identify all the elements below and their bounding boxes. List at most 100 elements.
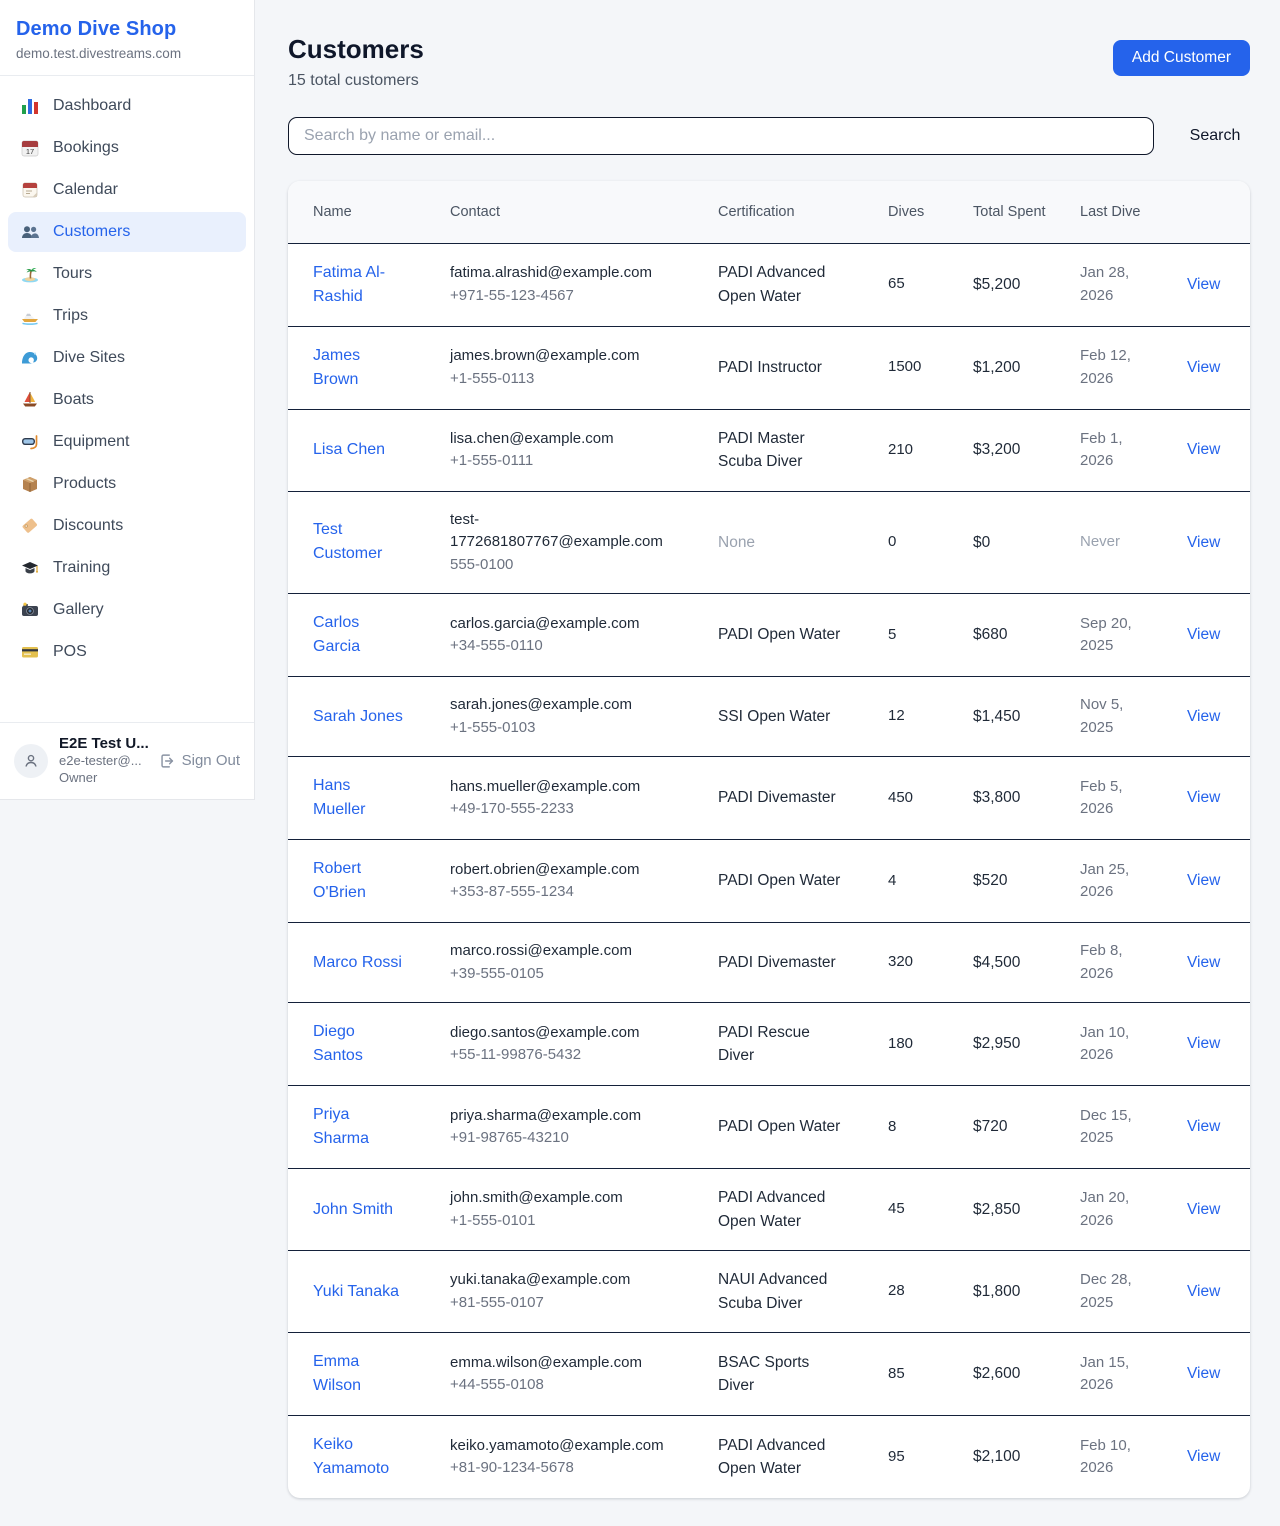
sign-out-button[interactable]: Sign Out (158, 752, 240, 770)
view-link[interactable]: View (1187, 1118, 1220, 1135)
sidebar-item-label: POS (53, 643, 87, 661)
search-bar: Search (288, 117, 1250, 155)
customer-name-link[interactable]: Hans Mueller (313, 774, 405, 822)
customer-name-link[interactable]: Test Customer (313, 518, 405, 566)
view-link[interactable]: View (1187, 626, 1220, 643)
last-dive-value: Feb 8, 2026 (1080, 942, 1123, 982)
view-link[interactable]: View (1187, 359, 1220, 376)
total-spent-value: $520 (973, 872, 1007, 889)
customer-name-link[interactable]: James Brown (313, 344, 405, 392)
search-button[interactable]: Search (1180, 127, 1250, 145)
last-dive-value: Feb 12, 2026 (1080, 347, 1131, 387)
customers-table: Name Contact Certification Dives Total S… (288, 181, 1250, 1498)
main-content: Customers 15 total customers Add Custome… (255, 0, 1280, 1526)
sidebar-item-boats[interactable]: Boats (8, 380, 246, 420)
sidebar-item-calendar[interactable]: Calendar (8, 170, 246, 210)
customer-email: john.smith@example.com (450, 1187, 675, 1210)
customer-name-link[interactable]: Priya Sharma (313, 1103, 405, 1151)
view-link[interactable]: View (1187, 789, 1220, 806)
sidebar-item-trips[interactable]: Trips (8, 296, 246, 336)
customer-phone: +91-98765-43210 (450, 1127, 675, 1150)
customer-name-link[interactable]: Yuki Tanaka (313, 1280, 399, 1304)
total-customers-count: 15 total customers (288, 72, 424, 90)
dives-value: 1500 (888, 358, 921, 375)
credit-card-icon (20, 642, 40, 662)
brand-title[interactable]: Demo Dive Shop (16, 18, 238, 41)
dives-value: 28 (888, 1282, 905, 1299)
customer-name-link[interactable]: Lisa Chen (313, 438, 385, 462)
last-dive-value: Dec 15, 2025 (1080, 1107, 1132, 1147)
total-spent-value: $680 (973, 626, 1007, 643)
view-link[interactable]: View (1187, 954, 1220, 971)
customer-phone: +1-555-0103 (450, 717, 675, 740)
table-row: Sarah Jones sarah.jones@example.com +1-5… (288, 677, 1250, 757)
customer-phone: +81-555-0107 (450, 1292, 675, 1315)
customer-email: test-1772681807767@example.com (450, 509, 675, 554)
palm-island-icon (20, 264, 40, 284)
dives-value: 320 (888, 953, 913, 970)
person-icon (21, 751, 41, 771)
customer-email: james.brown@example.com (450, 345, 675, 368)
customer-name-link[interactable]: Keiko Yamamoto (313, 1433, 405, 1481)
view-link[interactable]: View (1187, 276, 1220, 293)
total-spent-value: $720 (973, 1118, 1007, 1135)
last-dive-value: Sep 20, 2025 (1080, 615, 1132, 655)
customer-email: yuki.tanaka@example.com (450, 1269, 675, 1292)
customer-email: lisa.chen@example.com (450, 428, 675, 451)
customer-name-link[interactable]: Sarah Jones (313, 705, 403, 729)
customer-name-link[interactable]: Diego Santos (313, 1020, 405, 1068)
total-spent-value: $5,200 (973, 276, 1020, 293)
customer-name-link[interactable]: Carlos Garcia (313, 611, 405, 659)
search-input[interactable] (288, 117, 1154, 155)
customer-name-link[interactable]: John Smith (313, 1198, 393, 1222)
graduation-cap-icon (20, 558, 40, 578)
certification-value: BSAC Sports Diver (718, 1354, 809, 1395)
package-icon (20, 474, 40, 494)
last-dive-value: Feb 1, 2026 (1080, 430, 1123, 470)
sidebar-item-equipment[interactable]: Equipment (8, 422, 246, 462)
sidebar-item-customers[interactable]: Customers (8, 212, 246, 252)
total-spent-value: $3,800 (973, 789, 1020, 806)
certification-value: PADI Open Water (718, 1118, 840, 1135)
customer-phone: +39-555-0105 (450, 963, 675, 986)
sidebar-item-tours[interactable]: Tours (8, 254, 246, 294)
add-customer-button[interactable]: Add Customer (1113, 40, 1250, 76)
view-link[interactable]: View (1187, 872, 1220, 889)
view-link[interactable]: View (1187, 1448, 1220, 1465)
view-link[interactable]: View (1187, 708, 1220, 725)
view-link[interactable]: View (1187, 534, 1220, 551)
customer-email: emma.wilson@example.com (450, 1352, 675, 1375)
sidebar-item-products[interactable]: Products (8, 464, 246, 504)
customer-name-link[interactable]: Emma Wilson (313, 1350, 405, 1398)
sidebar-item-training[interactable]: Training (8, 548, 246, 588)
customer-phone: +1-555-0113 (450, 368, 675, 391)
table-row: Carlos Garcia carlos.garcia@example.com … (288, 594, 1250, 677)
sidebar-item-dashboard[interactable]: Dashboard (8, 86, 246, 126)
customer-name-link[interactable]: Marco Rossi (313, 951, 402, 975)
view-link[interactable]: View (1187, 441, 1220, 458)
certification-value: PADI Divemaster (718, 954, 836, 971)
camera-icon (20, 600, 40, 620)
view-link[interactable]: View (1187, 1201, 1220, 1218)
dives-value: 5 (888, 626, 896, 643)
customer-name-link[interactable]: Fatima Al-Rashid (313, 261, 405, 309)
view-link[interactable]: View (1187, 1365, 1220, 1382)
customer-name-link[interactable]: Robert O'Brien (313, 857, 405, 905)
total-spent-value: $1,200 (973, 359, 1020, 376)
last-dive-value: Never (1080, 533, 1120, 550)
sidebar-item-gallery[interactable]: Gallery (8, 590, 246, 630)
view-link[interactable]: View (1187, 1283, 1220, 1300)
sidebar-item-discounts[interactable]: Discounts (8, 506, 246, 546)
sidebar-item-dive-sites[interactable]: Dive Sites (8, 338, 246, 378)
view-link[interactable]: View (1187, 1035, 1220, 1052)
customer-phone: +353-87-555-1234 (450, 881, 675, 904)
column-header-name: Name (288, 181, 438, 243)
total-spent-value: $1,800 (973, 1283, 1020, 1300)
sidebar-item-bookings[interactable]: 17 Bookings (8, 128, 246, 168)
customer-phone: +49-170-555-2233 (450, 798, 675, 821)
column-header-contact: Contact (438, 181, 706, 243)
last-dive-value: Jan 25, 2026 (1080, 861, 1129, 901)
page: Demo Dive Shop demo.test.divestreams.com… (0, 0, 1280, 1526)
sidebar-item-pos[interactable]: POS (8, 632, 246, 672)
dives-value: 45 (888, 1200, 905, 1217)
